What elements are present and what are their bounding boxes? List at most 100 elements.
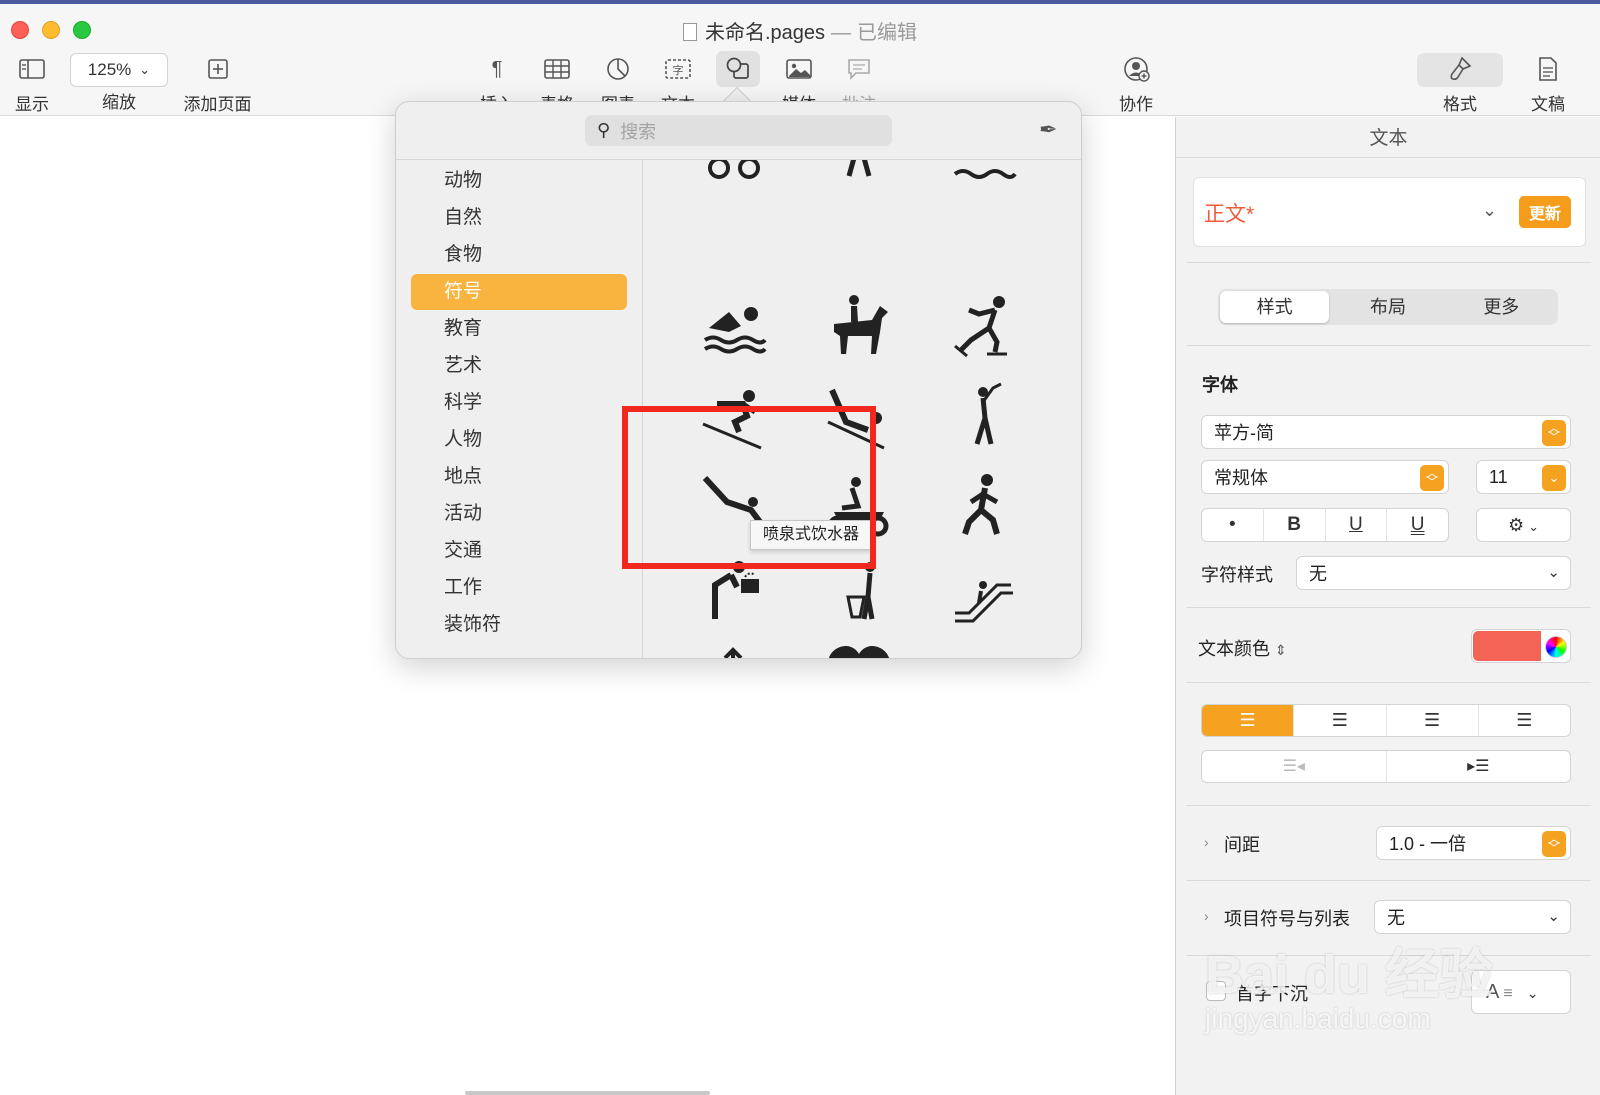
text-color-well[interactable] [1471,629,1571,663]
document-page-icon [1524,54,1572,84]
color-wheel-icon[interactable] [1545,636,1567,658]
search-placeholder: 搜索 [620,121,657,142]
view-button[interactable]: 显示 [12,54,52,115]
character-style-value: 无 [1309,564,1327,584]
category-transportation[interactable]: 交通 [411,533,627,569]
character-style-label: 字符样式 [1201,565,1273,585]
sidebar-icon [12,54,52,84]
spacing-select[interactable]: 1.0 - 一倍 ︿ ﹀ [1376,826,1571,860]
recycle-box-icon[interactable] [699,642,769,658]
document-icon [682,23,697,41]
paragraph-style-selector[interactable]: 正文* ⌄ 更新 [1193,177,1586,247]
category-science[interactable]: 科学 [411,385,627,421]
tab-style[interactable]: 样式 [1220,291,1330,323]
font-family-value: 苹方-简 [1214,423,1274,443]
category-symbols[interactable]: 符号 [411,274,627,310]
format-button[interactable]: 格式 [1436,54,1484,115]
align-justify-icon[interactable]: ☰ [1479,705,1570,736]
ice-skating-icon[interactable] [949,292,1019,362]
chevron-right-icon[interactable]: › [1204,908,1209,924]
spacing-label[interactable]: 间距 [1224,831,1260,857]
category-food[interactable]: 食物 [411,237,627,273]
decrease-indent-icon[interactable]: ☰◂ [1202,751,1387,782]
add-page-label: 添加页面 [183,95,252,114]
divider [1186,880,1591,881]
lips-icon[interactable] [949,642,1019,658]
up-down-arrows-icon: ︿ ﹀ [1542,831,1566,857]
double-underline-button[interactable]: U [1387,509,1448,541]
bullets-value: 无 [1387,908,1405,928]
pen-tool-icon[interactable]: ✒ [1039,117,1057,143]
category-education[interactable]: 教育 [411,311,627,347]
align-left-icon[interactable]: ☰ [1202,705,1295,736]
tab-more[interactable]: 更多 [1447,291,1556,323]
bicycle-icon[interactable] [699,160,769,188]
font-family-select[interactable]: 苹方-简 ︿ ﹀ [1201,415,1571,449]
up-down-arrows-icon: ︿ ﹀ [1420,465,1444,491]
underline-button[interactable]: U [1326,509,1388,541]
text-format-buttons: • B U U [1201,508,1449,542]
format-label: 格式 [1443,95,1477,114]
character-style-select[interactable]: 无 ⌄ [1296,556,1571,590]
color-swatch[interactable] [1473,631,1541,661]
font-weight-value: 常规体 [1214,468,1268,488]
golf-icon[interactable] [949,382,1019,452]
filename: 未命名.pages [704,22,826,44]
align-right-icon[interactable]: ☰ [1387,705,1479,736]
tab-layout[interactable]: 布局 [1333,291,1442,323]
inspector-title: 文本 [1369,128,1408,149]
shape-search-input[interactable]: ⚲ 搜索 [585,115,892,146]
running-icon[interactable] [949,472,1019,542]
collaborate-button[interactable]: 协作 [1112,54,1160,115]
bullet-button[interactable]: • [1202,509,1264,541]
increase-indent-icon[interactable]: ▸☰ [1387,751,1571,782]
category-nature[interactable]: 自然 [411,200,627,236]
shapes-popover: ⚲ 搜索 ✒ 动物 自然 食物 符号 教育 艺术 科学 人物 地点 活动 交通 … [395,101,1082,659]
update-style-button[interactable]: 更新 [1519,196,1571,228]
category-art[interactable]: 艺术 [411,348,627,384]
bullets-select[interactable]: 无 ⌄ [1374,900,1571,934]
font-section-title: 字体 [1202,375,1238,395]
search-icon: ⚲ [597,120,611,140]
watermark-url: jingyan.baidu.com [1205,1003,1431,1034]
divider [1186,345,1591,346]
zoom-caption: 缩放 [95,88,143,113]
horizontal-scrollbar[interactable] [465,1091,710,1095]
category-animals[interactable]: 动物 [411,163,627,199]
chevron-down-icon: ⌄ [139,62,151,77]
swimming-icon[interactable] [699,292,769,362]
lines-icon: ≡ [1503,985,1513,1002]
advanced-options-button[interactable]: ⚙ ⌄ [1476,508,1571,542]
paragraph-style-name: 正文* [1204,203,1255,226]
waves-icon[interactable] [949,160,1019,188]
category-people[interactable]: 人物 [411,422,627,458]
font-size-field[interactable]: 11 ⌄ [1476,460,1571,494]
chevron-right-icon[interactable]: › [1204,834,1209,850]
category-activities[interactable]: 活动 [411,496,627,532]
window-title: 未命名.pages — 已编辑 [0,16,1600,45]
shape-button[interactable] [716,51,760,87]
text-color-label[interactable]: 文本颜色 ⇕ [1198,635,1287,661]
font-weight-select[interactable]: 常规体 ︿ ﹀ [1201,460,1449,494]
title-toolbar: 未命名.pages—已编辑 显示 125%⌄ 缩放 添加页面 ¶ 插入 表格 图… [0,4,1600,116]
category-work[interactable]: 工作 [411,570,627,606]
chevron-down-icon[interactable]: ⌄ [1482,200,1497,221]
escalator-icon[interactable] [949,557,1019,627]
add-page-button[interactable]: 添加页面 [180,54,255,115]
bullets-label[interactable]: 项目符号与列表 [1224,905,1350,931]
align-center-icon[interactable]: ☰ [1294,705,1387,736]
category-ornaments[interactable]: 装饰符 [411,607,627,643]
bold-button[interactable]: B [1264,509,1326,541]
heart-icon[interactable] [824,642,894,658]
horse-riding-icon[interactable] [824,292,894,362]
document-button[interactable]: 文稿 [1524,54,1572,115]
view-label: 显示 [15,95,49,114]
category-places[interactable]: 地点 [411,459,627,495]
chevron-down-icon: ⌄ [1547,564,1560,581]
shape-icon [716,51,760,87]
zoom-select[interactable]: 125% ⌄ [70,53,168,87]
chevron-down-icon[interactable]: ⌄ [1542,465,1566,491]
paragraph-icon: ¶ [491,57,503,80]
person-icon[interactable] [824,160,894,188]
divider [1176,157,1600,158]
